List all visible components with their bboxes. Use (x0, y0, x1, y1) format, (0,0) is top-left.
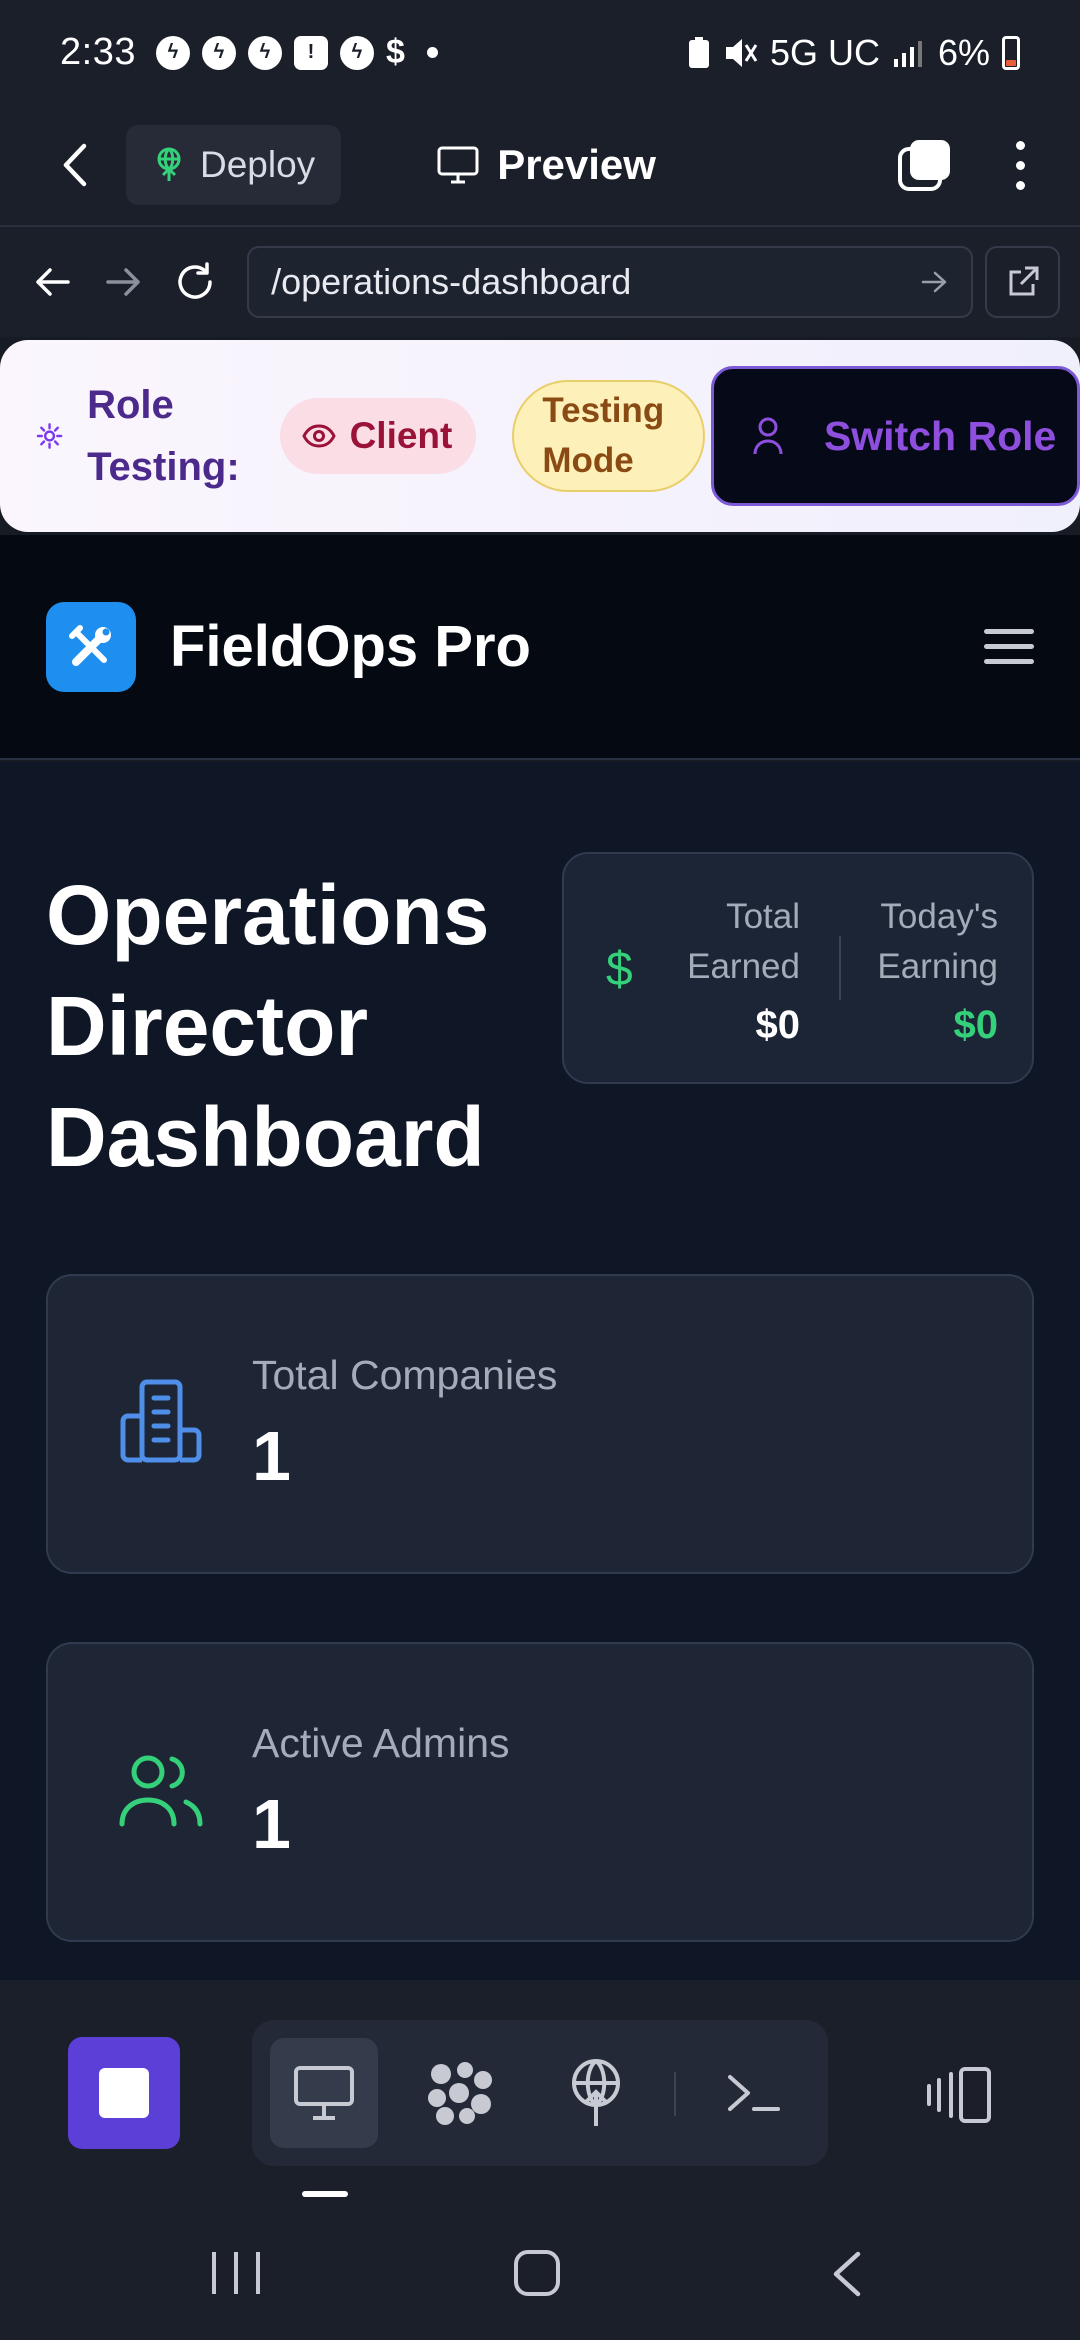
preview-tab[interactable]: Preview (437, 141, 656, 189)
terminal-tool-button[interactable] (700, 2038, 808, 2148)
menu-hamburger-icon[interactable] (984, 629, 1034, 664)
preview-icon (294, 2066, 354, 2120)
switch-role-label: Switch Role (823, 412, 1057, 459)
todays-earning: Today's Earning $0 (868, 892, 998, 1050)
messenger-icon: ϟ (339, 35, 374, 70)
tool-separator (674, 2072, 676, 2116)
total-earned-label: Total Earned (687, 897, 800, 986)
tools-icon (69, 624, 111, 666)
todays-earning-label: Today's Earning (877, 897, 998, 986)
home-button[interactable] (514, 2250, 560, 2296)
status-time: 2:33 (60, 31, 136, 73)
total-earned: Total Earned $0 (670, 892, 800, 1050)
status-bar: 2:33 ϟ ϟ ϟ ! ϟ $ 5G UC 6% (0, 0, 1080, 105)
tabs-button[interactable] (890, 130, 960, 200)
monitor-icon (437, 146, 479, 184)
bottom-toolbar (0, 1980, 1080, 2200)
deploy-button[interactable]: Deploy (126, 125, 342, 205)
stat-label: Total Companies (252, 1352, 558, 1398)
messenger-icon: ϟ (201, 35, 236, 70)
terminal-icon (728, 2075, 780, 2111)
settings-gear-icon (36, 423, 63, 449)
stat-label: Active Admins (252, 1720, 510, 1766)
arrow-left-icon (36, 268, 70, 296)
deploy-label: Deploy (200, 144, 316, 185)
role-testing-banner: Role Testing: Client Testing Mode Switch… (0, 340, 1080, 532)
switch-role-button[interactable]: Switch Role (710, 366, 1080, 506)
stop-icon (99, 2068, 149, 2118)
agent-tool-button[interactable] (406, 2038, 514, 2148)
more-notifications-icon (426, 47, 438, 58)
external-link-icon (1009, 266, 1039, 296)
current-role-label: Client (349, 415, 453, 456)
users-icon (119, 1755, 203, 1827)
user-icon (753, 417, 783, 455)
preview-label: Preview (497, 141, 656, 188)
browser-forward-button[interactable] (92, 247, 156, 317)
stat-card-total-companies[interactable]: Total Companies 1 (46, 1274, 1034, 1574)
deploy-icon (572, 2059, 620, 2126)
page-title: Operations Director Dashboard (46, 868, 490, 1184)
mute-icon (725, 38, 758, 67)
role-testing-label: Role Testing: (87, 383, 240, 489)
url-input[interactable]: /operations-dashboard (247, 246, 974, 318)
earnings-divider (839, 936, 841, 1000)
stat-card-active-admins[interactable]: Active Admins 1 (46, 1642, 1034, 1942)
tool-group (252, 2020, 828, 2166)
url-text: /operations-dashboard (271, 261, 632, 302)
tabs-icon (898, 140, 950, 191)
todays-earning-value: $0 (953, 1003, 999, 1047)
go-arrow-icon[interactable] (921, 270, 949, 294)
stat-value: 1 (252, 1417, 291, 1495)
url-toolbar: /operations-dashboard (0, 227, 1080, 337)
testing-mode-badge: Testing Mode (512, 380, 705, 492)
current-role-badge: Client (279, 398, 477, 474)
alert-icon: ! (293, 35, 328, 70)
stop-button[interactable] (68, 2037, 180, 2149)
brand-logo[interactable] (46, 601, 136, 692)
dollar-icon: $ (385, 33, 405, 71)
site-navbar: FieldOps Pro (0, 535, 1080, 760)
testing-mode-label: Testing Mode (542, 391, 665, 480)
browser-back-button[interactable] (20, 247, 84, 317)
brand-name[interactable]: FieldOps Pro (170, 613, 531, 680)
more-options-icon[interactable] (1000, 130, 1040, 200)
agent-icon (428, 2062, 492, 2125)
open-external-button[interactable] (985, 246, 1061, 318)
system-navigation-bar (0, 2200, 1080, 2340)
network-type: 5G UC (769, 31, 880, 73)
active-tool-indicator (302, 2191, 348, 2197)
arrow-right-icon (105, 268, 140, 296)
dollar-icon: $ (606, 943, 633, 996)
messenger-icon: ϟ (155, 35, 190, 70)
dashboard-main: Operations Director Dashboard $ Total Ea… (0, 762, 1080, 1980)
chevron-left-icon (63, 143, 87, 187)
notification-icons: ϟ ϟ ϟ ! ϟ $ (155, 33, 438, 72)
eye-icon (301, 424, 336, 448)
system-back-button[interactable] (826, 2250, 870, 2298)
status-right: 5G UC 6% (688, 32, 1020, 74)
preview-tool-button[interactable] (270, 2038, 378, 2148)
stat-value: 1 (252, 1785, 291, 1863)
app-header: Deploy Preview (0, 105, 1080, 225)
recent-apps-button[interactable] (212, 2252, 260, 2294)
battery-percent: 6% (937, 31, 990, 73)
back-button[interactable] (40, 130, 110, 200)
deploy-icon (157, 147, 181, 181)
earnings-card: $ Total Earned $0 Today's Earning $0 (562, 852, 1034, 1084)
reload-button[interactable] (163, 247, 227, 317)
signal-icon (893, 40, 922, 67)
device-toggle-button[interactable] (920, 2040, 1000, 2150)
reload-icon (178, 262, 212, 299)
messenger-icon: ϟ (247, 35, 282, 70)
deploy-tool-button[interactable] (542, 2038, 650, 2148)
battery-saver-icon (688, 36, 709, 68)
device-toggle-icon (927, 2067, 991, 2123)
building-icon (120, 1379, 202, 1463)
battery-icon (1002, 35, 1020, 70)
total-earned-value: $0 (755, 1003, 801, 1047)
